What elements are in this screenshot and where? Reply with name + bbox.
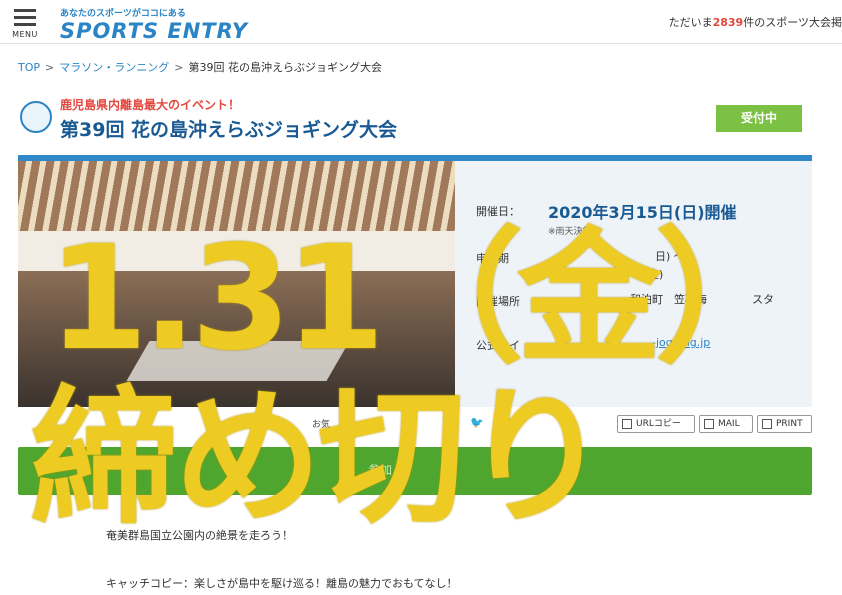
site-header: MENU あなたのスポーツがココにある SPORTS ENTRY ただいま283… bbox=[0, 0, 842, 44]
print-button[interactable]: PRINT bbox=[757, 415, 812, 433]
deadline-overlay-text: 締め切り bbox=[30, 372, 610, 544]
url-copy-button[interactable]: URLコピー bbox=[617, 415, 695, 433]
breadcrumb-home[interactable]: TOP bbox=[18, 61, 40, 74]
description-line-2: キャッチコピー：楽しさが島中を駆け巡る！離島の魅力でおもてなし！ bbox=[106, 577, 458, 590]
event-subtitle: 鹿児島県内離島最大のイベント！ bbox=[60, 98, 241, 112]
runner-icon bbox=[20, 101, 52, 133]
breadcrumb-separator: > bbox=[45, 61, 55, 74]
logo-name: SPORTS ENTRY bbox=[60, 19, 249, 43]
event-count: ただいま2839件のスポーツ大会掲 bbox=[668, 16, 842, 29]
breadcrumb-current: 第39回 花の島沖えらぶジョギング大会 bbox=[188, 61, 382, 74]
site-logo[interactable]: あなたのスポーツがココにある SPORTS ENTRY bbox=[60, 6, 248, 43]
menu-label: MENU bbox=[12, 30, 38, 39]
logo-tagline: あなたのスポーツがココにある bbox=[60, 9, 186, 19]
deadline-overlay-date: 1.31（金） bbox=[48, 214, 799, 382]
breadcrumb: TOP > マラソン・ランニング > 第39回 花の島沖えらぶジョギング大会 bbox=[18, 61, 382, 74]
page-title: 第39回 花の島沖えらぶジョギング大会 bbox=[60, 119, 398, 141]
status-badge: 受付中 bbox=[716, 105, 802, 132]
copy-icon bbox=[622, 419, 632, 429]
menu-button[interactable]: MENU bbox=[10, 9, 40, 39]
mail-icon bbox=[704, 419, 714, 429]
mail-button[interactable]: MAIL bbox=[699, 415, 753, 433]
print-icon bbox=[762, 419, 772, 429]
breadcrumb-category[interactable]: マラソン・ランニング bbox=[59, 61, 169, 74]
hamburger-icon bbox=[14, 9, 36, 12]
